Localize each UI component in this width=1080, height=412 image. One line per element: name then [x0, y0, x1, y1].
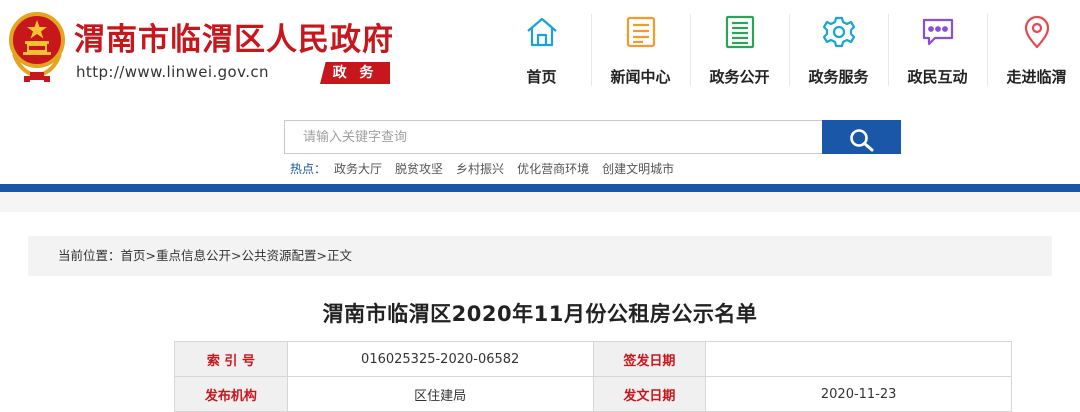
document-list-icon: [725, 15, 754, 49]
breadcrumb-separator: >: [231, 248, 242, 263]
breadcrumb-key-info[interactable]: 重点信息公开: [156, 236, 231, 276]
breadcrumb-home[interactable]: 首页: [121, 236, 146, 276]
meta-key-index-number: 索 引 号: [174, 341, 288, 377]
breadcrumb-current: 正文: [327, 248, 353, 263]
hotword-link[interactable]: 脱贫攻坚: [395, 160, 443, 177]
search-icon: [849, 128, 873, 151]
hotword-link[interactable]: 创建文明城市: [602, 160, 674, 177]
meta-key-sign-date: 签发日期: [592, 341, 707, 377]
meta-value-sign-date: [705, 341, 1012, 377]
nav-item-government-affairs[interactable]: 政务公开: [690, 0, 789, 100]
meta-value-issue-date: 2020-11-23: [705, 376, 1012, 412]
main-nav: 首页 新闻中心 政务公开 政务服务 政民互动 走进临渭: [492, 0, 1080, 100]
nav-item-news[interactable]: 新闻中心: [591, 0, 690, 100]
document-meta-table: 索 引 号 016025325-2020-06582 签发日期 发布机构 区住建…: [174, 341, 1012, 412]
search-button[interactable]: [822, 120, 901, 154]
meta-value-publisher: 区住建局: [286, 376, 594, 412]
chat-bubble-icon: [922, 18, 953, 46]
news-icon: [626, 16, 655, 48]
breadcrumb-separator: >: [145, 248, 157, 263]
hotwords: 热点： 政务大厅 脱贫攻坚 乡村振兴 优化营商环境 创建文明城市: [290, 160, 687, 177]
national-emblem-icon: [9, 12, 65, 82]
hotwords-label: 热点：: [290, 162, 327, 176]
hotword-link[interactable]: 乡村振兴: [456, 160, 504, 177]
nav-item-about-linwei[interactable]: 走进临渭: [987, 0, 1080, 100]
site-title[interactable]: 渭南市临渭区人民政府: [74, 14, 394, 59]
nav-item-government-services[interactable]: 政务服务: [789, 0, 888, 100]
hotword-link[interactable]: 优化营商环境: [517, 160, 589, 177]
hotword-link[interactable]: 政务大厅: [334, 160, 382, 177]
gear-icon: [822, 16, 855, 48]
nav-label: 首页: [526, 68, 557, 86]
table-row: 发布机构 区住建局 发文日期 2020-11-23: [174, 376, 1012, 412]
breadcrumb-prefix: 当前位置：: [58, 248, 121, 263]
home-icon: [526, 17, 557, 47]
search-input[interactable]: [284, 120, 822, 154]
meta-value-index-number: 016025325-2020-06582: [286, 341, 594, 377]
site-badge: 政 务: [320, 62, 390, 84]
article-title: 渭南市临渭区2020年11月份公租房公示名单: [322, 302, 758, 326]
nav-label: 政务公开: [709, 68, 770, 86]
nav-item-public-interaction[interactable]: 政民互动: [888, 0, 987, 100]
breadcrumb-public-resources[interactable]: 公共资源配置: [242, 236, 317, 276]
location-pin-icon: [1024, 15, 1049, 49]
breadcrumb-separator: >: [316, 248, 328, 263]
breadcrumb: 当前位置： 首页 > 重点信息公开 > 公共资源配置 > 正文: [28, 236, 1052, 276]
table-row: 索 引 号 016025325-2020-06582 签发日期: [174, 341, 1012, 377]
meta-key-issue-date: 发文日期: [592, 376, 707, 412]
site-url: http://www.linwei.gov.cn: [76, 63, 269, 81]
header-divider-bar: [0, 184, 1080, 192]
nav-label: 新闻中心: [610, 68, 671, 86]
nav-label: 政民互动: [907, 68, 968, 86]
nav-label: 走进临渭: [1006, 68, 1067, 86]
meta-key-publisher: 发布机构: [174, 376, 288, 412]
nav-label: 政务服务: [808, 68, 869, 86]
nav-item-home[interactable]: 首页: [492, 0, 591, 100]
search-bar: [284, 120, 901, 154]
